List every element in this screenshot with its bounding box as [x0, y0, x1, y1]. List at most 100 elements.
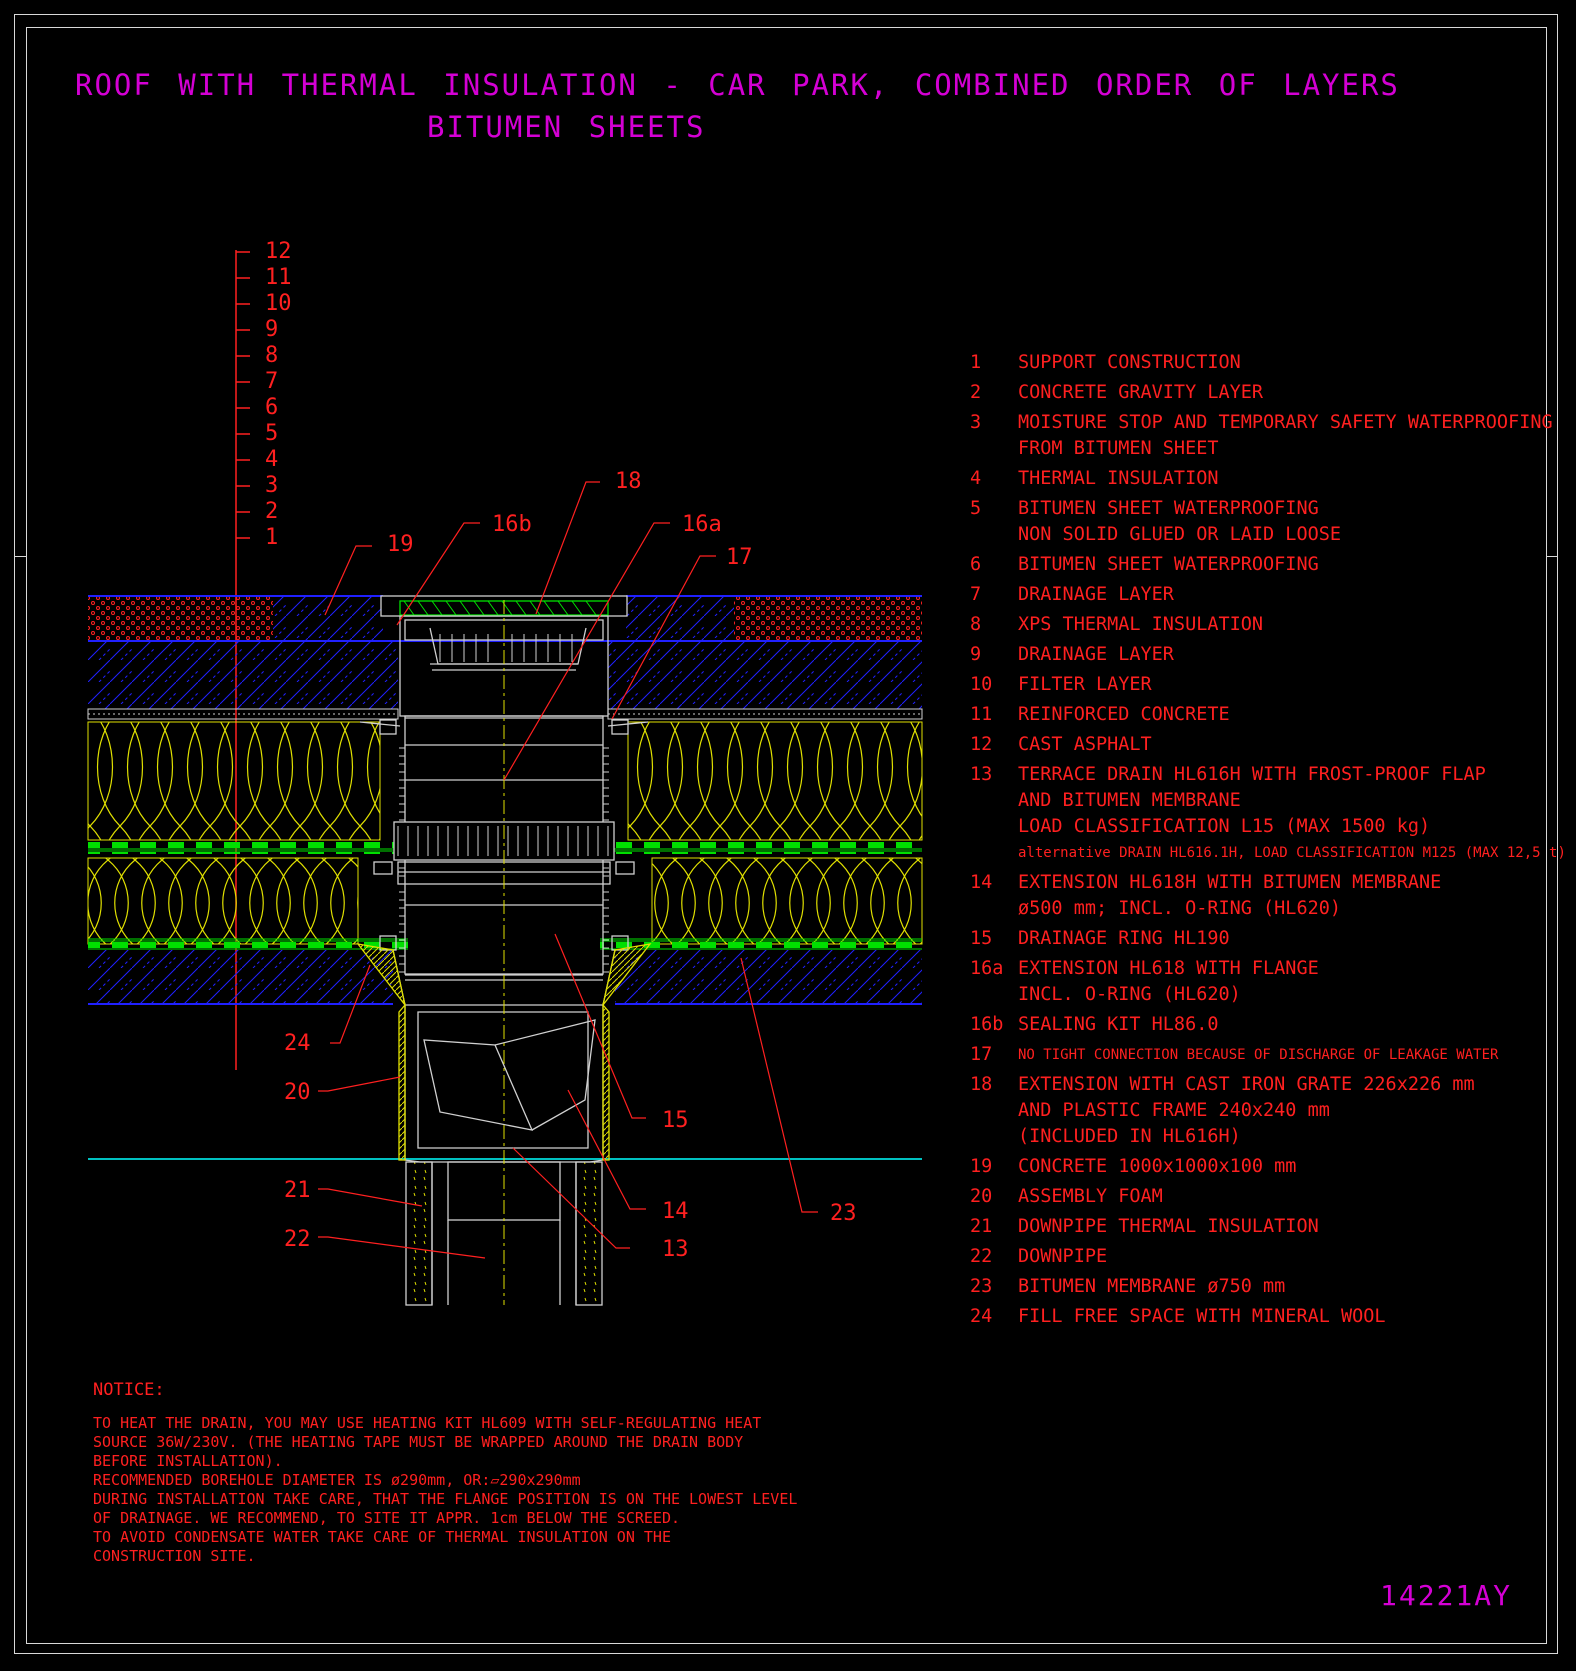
legend-number: 9 [970, 644, 982, 665]
layer-scale-ticks [236, 251, 250, 539]
legend-text: TERRACE DRAIN HL616H WITH FROST-PROOF FL… [1018, 764, 1486, 785]
layer-scale-label: 10 [265, 291, 292, 316]
drawing-code: 14221AY [1380, 1579, 1513, 1612]
legend-text: ASSEMBLY FOAM [1018, 1186, 1163, 1207]
layer-scale-label: 5 [265, 421, 279, 446]
legend-text: CAST ASPHALT [1018, 734, 1152, 755]
notice-line: BEFORE INSTALLATION). [93, 1452, 283, 1470]
xps-insulation-left [87, 721, 381, 841]
callout-22: 22 [284, 1227, 311, 1252]
legend-text: BITUMEN MEMBRANE ø750 mm [1018, 1276, 1286, 1297]
concrete-slab-19-left [273, 596, 383, 641]
legend-item: 22 DOWNPIPE [970, 1244, 1540, 1270]
legend-item: 12 CAST ASPHALT [970, 732, 1540, 758]
bitumen-waterproofing-upper-right [608, 842, 922, 854]
legend-number: 6 [970, 554, 982, 575]
legend-number: 14 [970, 872, 993, 893]
notice-line: OF DRAINAGE. WE RECOMMEND, TO SITE IT AP… [93, 1509, 680, 1527]
legend-text: DRAINAGE LAYER [1018, 644, 1174, 665]
legend-text: REINFORCED CONCRETE [1018, 704, 1230, 725]
legend-item: 21 DOWNPIPE THERMAL INSULATION [970, 1214, 1540, 1240]
legend-item: 23 BITUMEN MEMBRANE ø750 mm [970, 1274, 1540, 1300]
legend-text: FROM BITUMEN SHEET [1018, 438, 1219, 459]
legend-number: 15 [970, 928, 993, 949]
notice-line: TO HEAT THE DRAIN, YOU MAY USE HEATING K… [93, 1414, 762, 1432]
concrete-slab-19-right [626, 596, 734, 641]
notice-line: SOURCE 36W/230V. (THE HEATING TAPE MUST … [93, 1433, 744, 1451]
legend-item: 24 FILL FREE SPACE WITH MINERAL WOOL [970, 1304, 1540, 1330]
legend-number: 10 [970, 674, 993, 695]
legend-text: BITUMEN SHEET WATERPROOFING [1018, 554, 1319, 575]
legend-text: CONCRETE GRAVITY LAYER [1018, 382, 1264, 403]
legend-text: DRAINAGE RING HL190 [1018, 928, 1230, 949]
legend-number: 20 [970, 1186, 993, 1207]
callout-17: 17 [726, 545, 753, 570]
legend-item: 11 REINFORCED CONCRETE [970, 702, 1540, 728]
legend-text: AND PLASTIC FRAME 240x240 mm [1018, 1100, 1330, 1121]
legend-item: 13 TERRACE DRAIN HL616H WITH FROST-PROOF … [970, 762, 1566, 866]
legend-item: 3 MOISTURE STOP AND TEMPORARY SAFETY WATE… [970, 410, 1553, 462]
legend-item: 18 EXTENSION WITH CAST IRON GRATE 226x226… [970, 1072, 1540, 1150]
legend-item: 19 CONCRETE 1000x1000x100 mm [970, 1154, 1540, 1180]
legend-item: 9 DRAINAGE LAYER [970, 642, 1540, 668]
layer-bands [87, 595, 923, 1160]
legend-text: FILL FREE SPACE WITH MINERAL WOOL [1018, 1306, 1386, 1327]
layer-scale-label: 8 [265, 343, 279, 368]
notice-line: TO AVOID CONDENSATE WATER TAKE CARE OF T… [93, 1528, 671, 1546]
legend-number: 2 [970, 382, 982, 403]
support-construction-right [615, 950, 922, 1004]
xps-insulation-right [627, 721, 923, 841]
layer-scale-label: 11 [265, 265, 292, 290]
cast-asphalt-right [734, 596, 922, 641]
legend-text: DOWNPIPE [1018, 1246, 1108, 1267]
notice-line: DURING INSTALLATION TAKE CARE, THAT THE … [93, 1490, 798, 1508]
layer-scale-label: 9 [265, 317, 279, 342]
legend-number: 5 [970, 498, 982, 519]
legend-text: INCL. O-RING (HL620) [1018, 984, 1241, 1005]
legend-text: ø500 mm; INCL. O-RING (HL620) [1018, 898, 1342, 919]
legend-item: 2 CONCRETE GRAVITY LAYER [970, 380, 1540, 406]
legend-number: 7 [970, 584, 982, 605]
legend-number: 17 [970, 1044, 993, 1065]
legend-number: 24 [970, 1306, 993, 1327]
layer-scale-label: 12 [265, 239, 292, 264]
callout-23: 23 [830, 1201, 857, 1226]
callout-14: 14 [662, 1199, 689, 1224]
notice: NOTICE: TO HEAT THE DRAIN, YOU MAY USE H… [93, 1380, 797, 1566]
legend-text: LOAD CLASSIFICATION L15 (MAX 1500 kg) [1018, 816, 1431, 837]
legend: 1 SUPPORT CONSTRUCTION 2 CONCRETE GRAVITY L… [970, 350, 1566, 1334]
legend-text-small: NO TIGHT CONNECTION BECAUSE OF DISCHARGE… [1018, 1047, 1499, 1063]
callout-20: 20 [284, 1080, 311, 1105]
notice-body: TO HEAT THE DRAIN, YOU MAY USE HEATING K… [93, 1414, 797, 1566]
layer-scale-label: 6 [265, 395, 279, 420]
layer-scale-label: 4 [265, 447, 279, 472]
legend-item: 17 NO TIGHT CONNECTION BECAUSE OF DISCHAR… [970, 1042, 1540, 1068]
legend-text: BITUMEN SHEET WATERPROOFING [1018, 498, 1319, 519]
reinforced-concrete-left [88, 641, 398, 709]
legend-item: 6 BITUMEN SHEET WATERPROOFING [970, 552, 1540, 578]
callout-13: 13 [662, 1237, 689, 1262]
callout-15: 15 [662, 1108, 689, 1133]
legend-item: 10 FILTER LAYER [970, 672, 1540, 698]
legend-text: EXTENSION HL618H WITH BITUMEN MEMBRANE [1018, 872, 1442, 893]
legend-item: 20 ASSEMBLY FOAM [970, 1184, 1540, 1210]
legend-number: 1 [970, 352, 982, 373]
legend-number: 12 [970, 734, 993, 755]
legend-number: 23 [970, 1276, 993, 1297]
legend-item: 7 DRAINAGE LAYER [970, 582, 1540, 608]
legend-item: 5 BITUMEN SHEET WATERPROOFING NON SOLID GL… [970, 496, 1540, 548]
legend-number: 16b [970, 1014, 1004, 1035]
legend-number: 13 [970, 764, 993, 785]
thermal-insulation-right [651, 857, 923, 945]
legend-text: (INCLUDED IN HL616H) [1018, 1126, 1241, 1147]
callout-19: 19 [387, 532, 414, 557]
legend-text: DRAINAGE LAYER [1018, 584, 1174, 605]
legend-item: 15 DRAINAGE RING HL190 [970, 926, 1540, 952]
layer-scale-label: 2 [265, 499, 279, 524]
callout-21: 21 [284, 1178, 311, 1203]
callout-24: 24 [284, 1031, 311, 1056]
legend-item: 16b SEALING KIT HL86.0 [970, 1012, 1540, 1038]
thermal-insulation-left [87, 857, 359, 945]
callout-16a: 16a [682, 512, 722, 537]
legend-number: 21 [970, 1216, 993, 1237]
